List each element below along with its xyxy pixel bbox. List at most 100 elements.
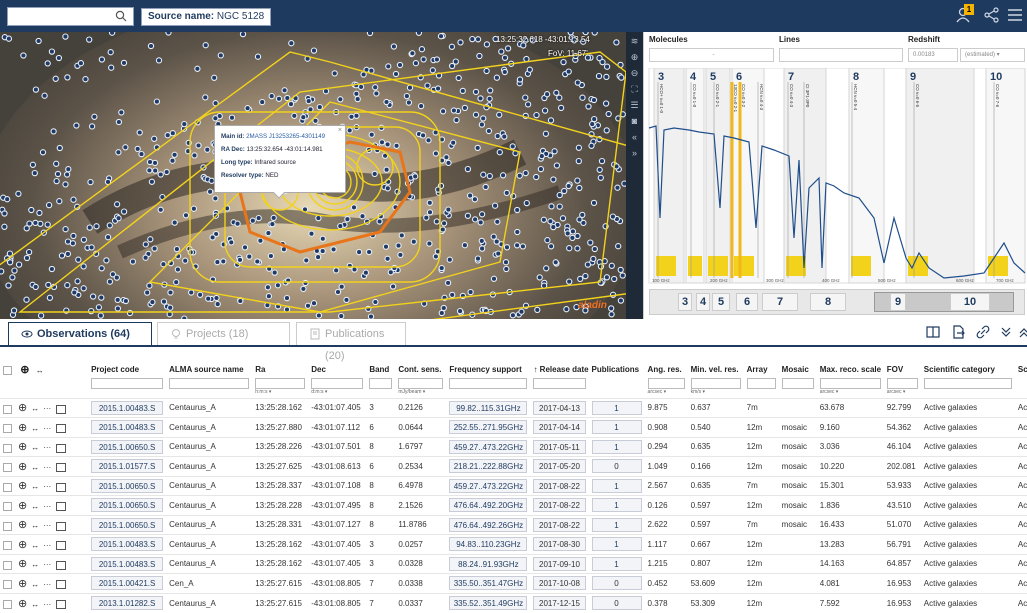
more-icon[interactable]: ··· [43,521,51,530]
table-cell[interactable]: 335.50..351.47GHz [446,573,531,593]
source-marker[interactable] [378,139,386,146]
table-row[interactable]: ⊕ ↔ ··· 2015.1.00650.S Centaurus_A 13:25:28.3… [0,475,1027,496]
lines-select[interactable] [779,48,903,62]
table-cell[interactable]: 1 [588,436,645,457]
table-cell[interactable]: 0 [588,456,645,476]
publications-count-link[interactable]: 0 [591,459,642,474]
source-marker[interactable] [566,245,573,252]
source-marker[interactable] [563,306,570,313]
source-marker[interactable] [97,312,104,319]
source-marker[interactable] [55,54,63,62]
source-marker[interactable] [53,177,60,185]
source-marker[interactable] [353,112,360,119]
source-marker[interactable] [490,275,498,282]
source-marker[interactable] [472,111,480,118]
crosshair-icon[interactable]: ⊕ [18,578,27,590]
source-marker[interactable] [95,304,103,311]
table-cell[interactable]: 2017-08-30 [530,534,589,554]
source-marker[interactable] [319,235,326,242]
source-marker[interactable] [48,265,56,273]
source-marker[interactable] [46,294,54,301]
source-marker[interactable] [350,204,358,211]
column-filter-input[interactable] [255,378,306,389]
row-checkbox[interactable] [3,502,12,512]
more-icon[interactable]: ··· [43,502,51,511]
source-marker[interactable] [254,258,261,265]
crosshair-icon[interactable]: ⊕ [18,461,27,473]
source-marker[interactable] [474,36,482,43]
source-marker[interactable] [157,206,164,213]
fullscreen-icon[interactable]: ⛶ [629,84,640,95]
frequency-support-link[interactable]: 94.83..110.23GHz [449,537,528,552]
source-marker[interactable] [450,107,458,114]
band-selector-5[interactable]: 5 [712,293,730,311]
project-code-link[interactable]: 2015.1.00483.S [91,556,164,571]
source-marker[interactable] [514,206,521,214]
source-marker[interactable] [86,224,93,231]
row-checkbox[interactable] [3,599,12,609]
source-marker[interactable] [287,100,295,108]
row-checkbox[interactable] [3,463,12,473]
source-marker[interactable] [541,107,549,114]
source-marker[interactable] [499,172,507,179]
source-marker[interactable] [439,226,446,233]
observed-spw[interactable] [851,256,871,276]
redshift-mode-select[interactable]: (estimated) ▾ [960,48,1025,62]
table-cell[interactable]: 2015.1.00650.S [88,475,167,496]
table-cell[interactable]: 218.21..222.88GHz [446,456,531,476]
source-marker[interactable] [333,267,340,274]
source-marker[interactable] [608,262,615,269]
more-icon[interactable]: ··· [43,600,51,609]
source-marker[interactable] [493,238,500,245]
source-marker[interactable] [614,184,621,191]
source-marker[interactable] [91,113,98,120]
source-marker[interactable] [412,60,420,67]
source-marker[interactable] [376,218,383,225]
table-row[interactable]: ⊕ ↔ ··· 2015.1.00483.S Centaurus_A 13:25:28.1… [0,397,1027,418]
source-marker[interactable] [464,165,472,173]
source-marker[interactable] [559,215,567,222]
source-marker[interactable] [344,216,351,223]
source-marker[interactable] [165,32,172,36]
row-checkbox[interactable] [3,560,12,570]
source-marker[interactable] [191,152,198,159]
source-marker[interactable] [255,214,262,222]
source-marker[interactable] [461,242,469,249]
source-marker[interactable] [23,254,31,262]
source-marker[interactable] [576,216,583,223]
source-marker[interactable] [483,67,490,75]
source-marker[interactable] [478,237,485,245]
source-marker[interactable] [209,234,216,241]
source-marker[interactable] [359,213,366,220]
source-marker[interactable] [283,294,291,302]
source-marker[interactable] [524,101,532,108]
source-marker[interactable] [395,242,402,249]
source-marker[interactable] [275,95,283,102]
table-cell[interactable]: 1 [588,534,645,554]
tab-publications[interactable]: Publications (20) [296,322,406,362]
source-marker[interactable] [519,243,527,250]
source-marker[interactable] [617,266,624,274]
source-marker[interactable] [334,288,342,296]
source-marker[interactable] [566,278,573,285]
source-marker[interactable] [151,135,158,142]
project-code-link[interactable]: 2015.1.00650.S [91,498,164,513]
source-marker[interactable] [118,109,125,116]
source-marker[interactable] [188,289,195,296]
source-marker[interactable] [582,272,589,280]
source-marker[interactable] [587,239,594,246]
table-cell[interactable]: 2015.1.00650.S [88,495,167,515]
source-marker[interactable] [115,149,122,156]
frequency-support-link[interactable]: 218.21..222.88GHz [449,459,528,474]
source-marker[interactable] [544,237,551,244]
expand-icon[interactable]: ↔ [31,521,39,530]
expand-icon[interactable]: ↔ [31,424,39,433]
source-marker[interactable] [533,111,540,119]
select-all-checkbox[interactable] [3,365,12,375]
source-marker[interactable] [338,312,345,319]
release-date-cell[interactable]: 2017-04-14 [533,420,586,435]
source-marker[interactable] [443,154,450,161]
source-marker[interactable] [75,256,82,263]
source-marker[interactable] [469,35,476,43]
publications-count-link[interactable]: 0 [591,576,642,591]
